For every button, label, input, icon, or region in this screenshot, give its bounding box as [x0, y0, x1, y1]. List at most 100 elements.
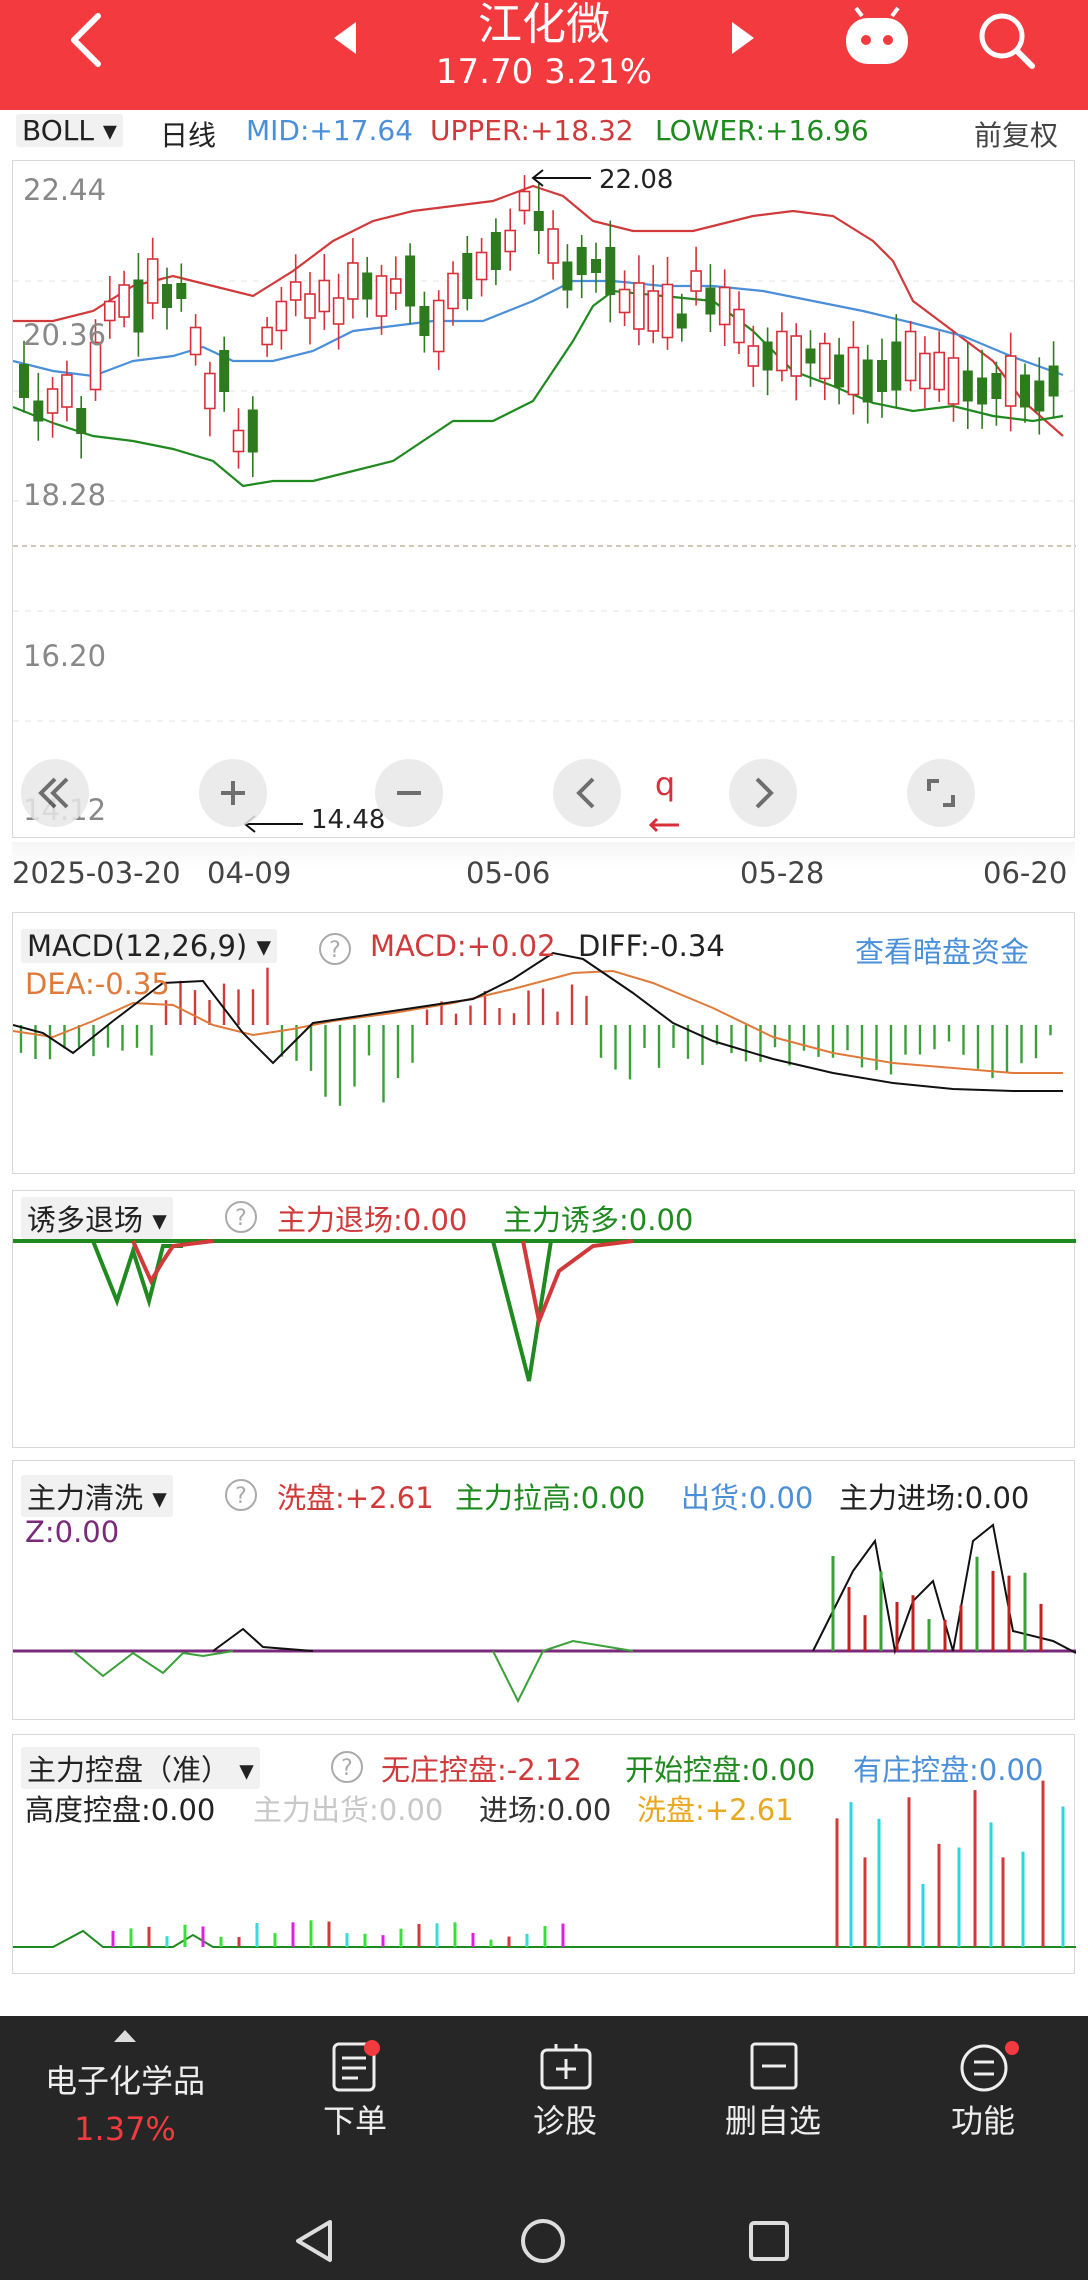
minus-icon — [397, 791, 421, 795]
candle-up — [547, 228, 559, 264]
candle-up — [347, 262, 359, 300]
candle-up — [776, 330, 788, 372]
svg-text:?: ? — [235, 1206, 247, 1231]
control-panel[interactable]: 主力控盘（准） ▾ ? 无庄控盘:-2.12 开始控盘:0.00 有庄控盘:0.… — [12, 1734, 1076, 1974]
robot-icon[interactable] — [842, 6, 912, 72]
candle-up — [261, 326, 273, 346]
zoom-in-button[interactable] — [199, 759, 267, 827]
candle-down — [405, 255, 416, 307]
system-home-icon[interactable] — [518, 2216, 568, 2266]
help-icon[interactable]: ? — [223, 1199, 259, 1235]
period-label[interactable]: 日线 — [160, 114, 216, 154]
fullscreen-button[interactable] — [907, 759, 975, 827]
exit-spike — [131, 1239, 214, 1286]
candle-up — [304, 293, 316, 319]
candle-down — [576, 247, 587, 275]
candle-up — [647, 290, 660, 332]
control-title: 主力控盘（准） — [27, 1753, 231, 1787]
candle-down — [834, 354, 845, 388]
sector-name: 电子化学品 — [44, 2062, 205, 2100]
svg-text:?: ? — [329, 938, 341, 963]
expand-icon — [927, 779, 955, 807]
candle-up — [146, 258, 159, 304]
adjust-select[interactable]: 前复权 — [974, 114, 1058, 154]
candle-up — [947, 357, 960, 405]
candle-down — [676, 313, 687, 329]
system-back-icon[interactable] — [290, 2216, 340, 2266]
macd-title-select[interactable]: MACD(12,26,9) ▾ — [21, 929, 278, 963]
y-tick-1: 22.44 — [23, 173, 107, 207]
candle-down — [705, 287, 716, 315]
diff-line — [12, 951, 1063, 1092]
candle-down — [1048, 365, 1059, 397]
indicator-select[interactable]: BOLL ▾ — [16, 114, 123, 147]
wash-curve — [72, 1650, 234, 1678]
y-tick-4: 16.20 — [23, 639, 107, 673]
candle-down — [19, 364, 29, 398]
dark-pool-link[interactable]: 查看暗盘资金 — [855, 929, 1029, 971]
zoom-out-button[interactable] — [375, 759, 443, 827]
no-control-value: 无庄控盘:-2.12 — [381, 1753, 582, 1787]
candle-up — [718, 286, 731, 326]
q-button[interactable]: q — [647, 765, 683, 841]
candle-up — [389, 278, 402, 294]
lure-title-select[interactable]: 诱多退场 ▾ — [21, 1197, 173, 1239]
candle-up — [661, 283, 674, 339]
candle-down — [176, 283, 187, 299]
entry-value: 进场:0.00 — [479, 1793, 612, 1827]
plus-icon — [221, 781, 245, 805]
help-icon[interactable]: ? — [329, 1749, 365, 1785]
help-icon[interactable]: ? — [317, 931, 353, 967]
scroll-left-button[interactable] — [553, 759, 621, 827]
candle-up — [232, 429, 245, 453]
dea-line — [12, 969, 1063, 1074]
system-recents-icon[interactable] — [744, 2216, 794, 2266]
nav-function[interactable]: 功能 — [878, 2016, 1088, 2166]
candle-up — [104, 300, 116, 322]
wash-title: 主力清洗 — [27, 1481, 144, 1515]
nav-order[interactable]: 下单 — [250, 2016, 460, 2166]
wash-title-select[interactable]: 主力清洗 ▾ — [21, 1475, 173, 1517]
candle-down — [462, 253, 473, 299]
price-line: 17.70 3.21% — [435, 52, 653, 92]
next-stock-icon[interactable] — [728, 18, 758, 58]
candle-up — [432, 299, 445, 353]
nav-diagnose[interactable]: 诊股 — [460, 2016, 670, 2166]
candle-up — [733, 308, 745, 344]
macd-panel[interactable]: MACD(12,26,9) ▾ ? MACD:+0.02 DIFF:-0.34 … — [12, 912, 1075, 1174]
candle-down — [862, 359, 873, 403]
candle-down — [562, 261, 573, 291]
lure-exit-panel[interactable]: 诱多退场 ▾ ? 主力退场:0.00 主力诱多:0.00 — [12, 1190, 1076, 1448]
candle-up — [289, 281, 302, 301]
help-icon[interactable]: ? — [223, 1477, 259, 1513]
lure-title: 诱多退场 — [27, 1203, 144, 1237]
candle-up — [189, 326, 202, 356]
candle-down — [977, 377, 988, 405]
sector-item[interactable]: 电子化学品 1.37% — [20, 2016, 230, 2166]
control-title-select[interactable]: 主力控盘（准） ▾ — [21, 1747, 260, 1789]
rewind-button[interactable] — [21, 759, 89, 827]
candle-up — [1004, 355, 1017, 407]
nav-remove-watchlist[interactable]: 删自选 — [668, 2016, 878, 2166]
candle-up — [332, 297, 345, 325]
candle-down — [1020, 374, 1030, 408]
lower-value: LOWER:+16.96 — [655, 114, 869, 147]
candle-up — [504, 229, 517, 253]
scroll-right-button[interactable] — [729, 759, 797, 827]
candle-up — [904, 330, 917, 382]
raise-value: 主力拉高:0.00 — [455, 1481, 646, 1515]
nav-diagnose-label: 诊股 — [532, 2102, 597, 2140]
q-label: q — [654, 765, 676, 803]
candle-down — [490, 232, 501, 270]
search-icon[interactable] — [974, 8, 1038, 72]
function-icon — [960, 2041, 1019, 2092]
date-1: 2025-03-20 — [12, 856, 181, 890]
main-exit-value: 主力退场:0.00 — [277, 1203, 468, 1237]
high-control-value: 高度控盘:0.00 — [25, 1793, 216, 1827]
control-wash-value: 洗盘:+2.61 — [637, 1793, 794, 1827]
candle-up — [375, 275, 388, 317]
y-tick-3: 18.28 — [23, 478, 107, 512]
diff-value: DIFF:-0.34 — [578, 929, 725, 963]
wash-panel[interactable]: 主力清洗 ▾ ? 洗盘:+2.61 主力拉高:0.00 出货:0.00 主力进场… — [12, 1460, 1077, 1720]
price-chart-panel[interactable]: 22.44 20.36 18.28 16.20 14.12 22.08 14.4… — [12, 160, 1076, 841]
